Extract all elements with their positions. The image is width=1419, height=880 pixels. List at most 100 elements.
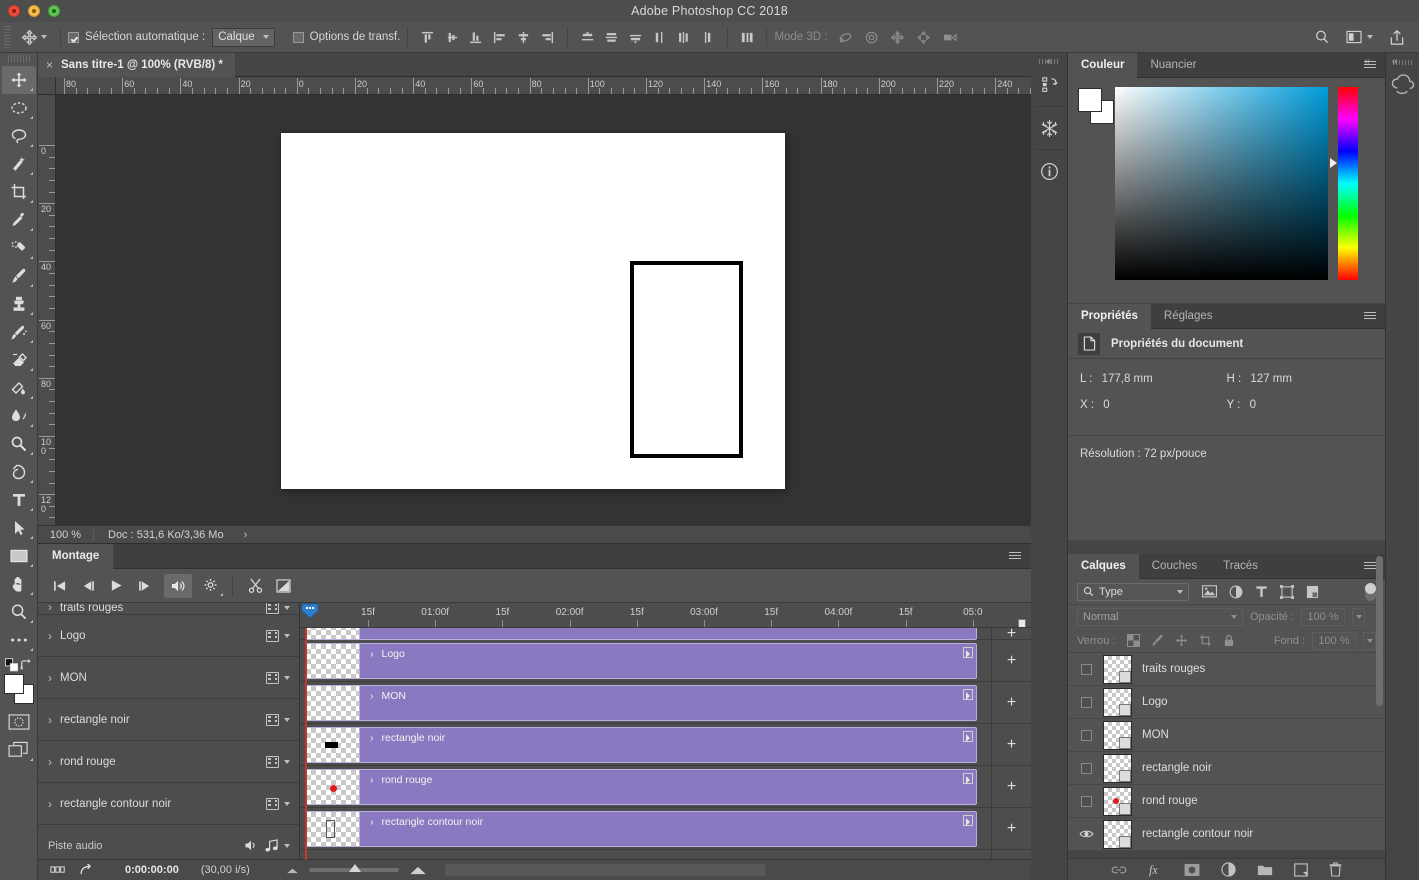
fill-stepper[interactable]	[1363, 631, 1376, 650]
dodge-tool[interactable]	[2, 430, 36, 458]
audio-toggle-button[interactable]	[164, 573, 192, 598]
history-icon[interactable]	[1031, 66, 1068, 104]
prop-value-L[interactable]: 177,8 mm	[1102, 373, 1153, 385]
music-note-icon[interactable]	[264, 838, 279, 853]
layer-name[interactable]: rectangle contour noir	[1142, 828, 1253, 840]
magic-wand-tool[interactable]	[2, 150, 36, 178]
tab-proprietes[interactable]: Propriétés	[1068, 303, 1151, 329]
transform-controls-checkbox[interactable]	[292, 31, 304, 43]
search-icon[interactable]	[1314, 29, 1330, 45]
clip-end-handle[interactable]	[963, 647, 973, 658]
clip-end-handle[interactable]	[963, 773, 973, 784]
toolbox-grip[interactable]	[7, 55, 30, 62]
distribute-right-edges-icon[interactable]	[701, 31, 714, 44]
default-colors-icon[interactable]	[5, 658, 19, 672]
next-frame-button[interactable]	[130, 574, 158, 598]
prop-value-H[interactable]: 127 mm	[1250, 373, 1292, 385]
eye-icon[interactable]	[1079, 829, 1094, 839]
vertical-ruler[interactable]: 0204060801001201	[38, 95, 56, 525]
expand-track-icon[interactable]: ›	[48, 713, 52, 727]
new-layer-icon[interactable]	[1294, 862, 1308, 877]
align-right-edges-icon[interactable]	[541, 31, 554, 44]
delete-layer-icon[interactable]	[1329, 862, 1342, 877]
workspace-icon[interactable]	[1346, 30, 1362, 44]
convert-frames-icon[interactable]	[50, 866, 66, 874]
tab-reglages[interactable]: Réglages	[1151, 304, 1226, 329]
document-page[interactable]	[281, 133, 785, 489]
prop-value-X[interactable]: 0	[1103, 399, 1109, 411]
layer-row[interactable]: rectangle noir	[1068, 752, 1385, 785]
new-group-icon[interactable]	[1257, 863, 1273, 876]
close-icon[interactable]: ×	[46, 58, 53, 72]
expand-clip-icon[interactable]: ›	[370, 816, 374, 828]
tool-preset-chevron-icon[interactable]	[41, 35, 47, 39]
layer-filter-type-select[interactable]: Type	[1077, 582, 1189, 601]
status-expand-icon[interactable]: ›	[244, 529, 248, 541]
expand-clip-icon[interactable]: ›	[370, 648, 374, 660]
timecode-display[interactable]: 0:00:00:00	[125, 864, 179, 876]
layer-mask-icon[interactable]	[1184, 863, 1200, 877]
expand-clip-icon[interactable]: ›	[370, 732, 374, 744]
chevron-down-icon[interactable]	[284, 675, 290, 680]
layer-list[interactable]: traits rouges Logo MON rectangle noir rond r…	[1068, 653, 1385, 851]
playhead-handle[interactable]	[300, 603, 320, 619]
expand-clip-icon[interactable]: ›	[370, 690, 374, 702]
rectangle-contour-noir-shape[interactable]	[630, 261, 743, 458]
clip-end-handle[interactable]	[963, 815, 973, 826]
healing-brush-tool[interactable]	[2, 234, 36, 262]
panel-menu-icon[interactable]	[1364, 562, 1376, 571]
layer-visibility-toggle[interactable]	[1074, 663, 1098, 675]
pan-3d-icon[interactable]	[890, 30, 906, 45]
layer-thumbnail[interactable]	[1103, 654, 1132, 684]
chevron-down-icon[interactable]	[284, 717, 290, 722]
timeline-track-header[interactable]: › traits rouges	[38, 603, 299, 615]
expand-track-icon[interactable]: ›	[48, 671, 52, 685]
chevron-down-icon[interactable]	[1367, 35, 1373, 39]
options-bar-grip[interactable]	[4, 26, 11, 48]
eraser-tool[interactable]	[2, 346, 36, 374]
crop-tool[interactable]	[2, 178, 36, 206]
timeline-clip-row[interactable]: › rectangle contour noir +	[300, 808, 1031, 850]
layer-visibility-checkbox[interactable]	[1080, 663, 1092, 675]
auto-select-scope-select[interactable]: Calque	[212, 27, 275, 47]
timeline-clip-row[interactable]: › rectangle noir +	[300, 724, 1031, 766]
layer-name[interactable]: rond rouge	[1142, 795, 1198, 807]
timeline-clip-row[interactable]: › Logo +	[300, 640, 1031, 682]
move-tool[interactable]	[1, 66, 36, 94]
lock-artboard-icon[interactable]	[1199, 634, 1212, 647]
previous-frame-button[interactable]	[74, 574, 102, 598]
chevron-down-icon[interactable]	[284, 606, 290, 610]
work-area-end-handle[interactable]	[1018, 619, 1026, 627]
layer-visibility-toggle[interactable]	[1074, 729, 1098, 741]
creative-cloud-icon[interactable]	[1386, 68, 1419, 102]
track-options[interactable]	[266, 713, 290, 726]
type-filter-icon[interactable]	[1255, 585, 1268, 598]
layer-row[interactable]: rectangle contour noir	[1068, 818, 1385, 851]
foreground-background-colors[interactable]	[3, 674, 34, 704]
tab-couleur[interactable]: Couleur	[1068, 52, 1138, 78]
panel-menu-icon[interactable]	[1364, 312, 1376, 321]
align-left-edges-icon[interactable]	[493, 31, 506, 44]
orbit-3d-icon[interactable]	[838, 30, 854, 45]
link-layers-icon[interactable]	[1111, 865, 1127, 875]
timeline-track-header[interactable]: › rectangle noir	[38, 699, 299, 741]
layer-name[interactable]: rectangle noir	[1142, 762, 1212, 774]
foreground-color-swatch[interactable]	[3, 674, 24, 694]
align-vertical-centers-icon[interactable]	[445, 31, 458, 44]
film-strip-icon[interactable]	[266, 713, 279, 726]
prop-value-Y[interactable]: 0	[1250, 399, 1256, 411]
film-strip-icon[interactable]	[266, 603, 279, 614]
zoom-tool[interactable]	[2, 598, 36, 626]
distribute-vertical-centers-icon[interactable]	[605, 31, 618, 44]
distribute-spacing-icon[interactable]	[740, 31, 754, 44]
adjustment-layer-icon[interactable]	[1221, 862, 1236, 877]
audio-track-header[interactable]: Piste audio	[38, 825, 299, 860]
chevron-down-icon[interactable]	[284, 843, 290, 848]
auto-select-checkbox[interactable]	[68, 31, 79, 43]
track-options[interactable]	[266, 603, 290, 614]
gradient-tool[interactable]	[2, 374, 36, 402]
layer-row[interactable]: rond rouge	[1068, 785, 1385, 818]
lock-position-icon[interactable]	[1175, 634, 1188, 647]
add-media-button[interactable]: +	[991, 766, 1031, 807]
speaker-icon[interactable]	[244, 839, 259, 852]
